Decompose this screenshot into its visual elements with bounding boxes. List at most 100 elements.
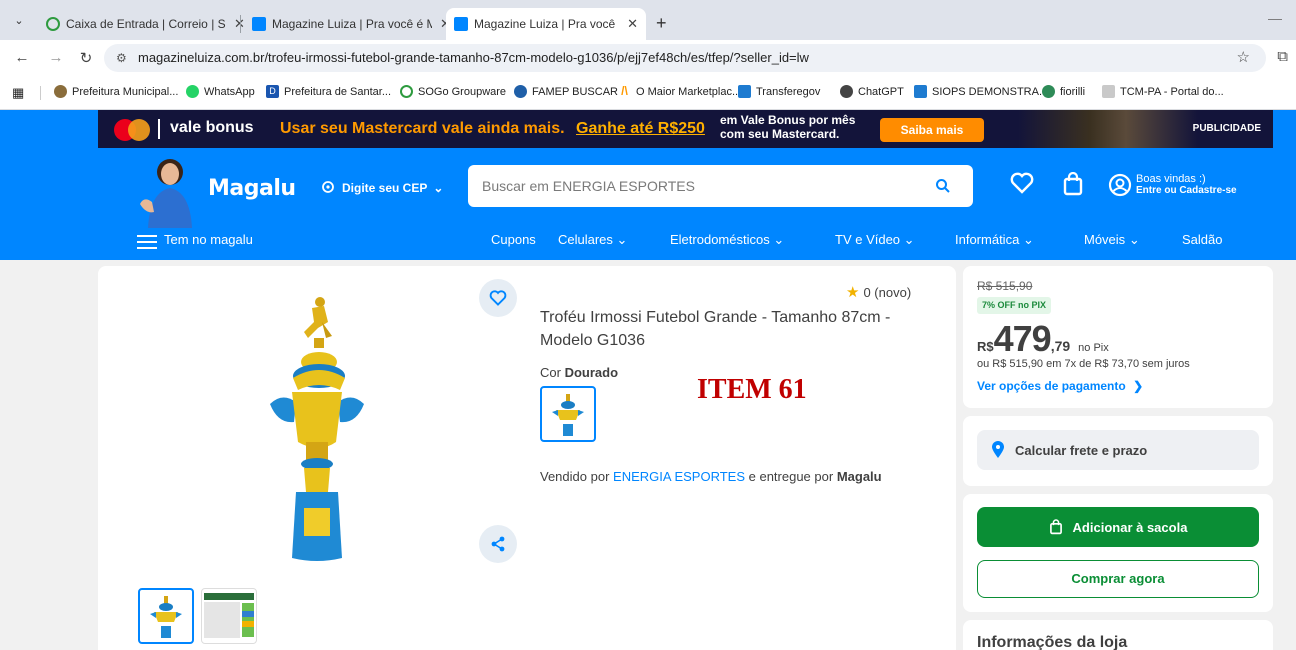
bookmark-favicon: [738, 85, 751, 98]
bookmark-prefeitura-municipal[interactable]: Prefeitura Municipal...: [54, 85, 178, 98]
thumbnail-1[interactable]: [138, 588, 194, 644]
bookmark-fiorilli[interactable]: fiorilli: [1042, 85, 1085, 98]
mastercard-logo-right: [128, 119, 150, 141]
nav-tv-video[interactable]: TV e Vídeo ⌄: [835, 232, 915, 248]
magalu-icon: [454, 17, 468, 31]
tab-search-chevron-icon[interactable]: ⌄: [10, 12, 28, 30]
nav-informatica[interactable]: Informática ⌄: [955, 232, 1034, 248]
cep-selector[interactable]: Digite seu CEP ⌄: [320, 180, 443, 196]
tab-title: Caixa de Entrada | Correio | SOGo: [66, 17, 226, 31]
chevron-down-icon: ⌄: [1022, 232, 1034, 247]
star-icon: ★: [846, 284, 860, 301]
product-image[interactable]: [262, 292, 372, 564]
item-annotation: ITEM 61: [697, 374, 807, 405]
url-text: magazineluiza.com.br/trofeu-irmossi-fute…: [138, 50, 809, 65]
bookmarks-bar: ▦ Prefeitura Municipal... WhatsApp D Pre…: [0, 76, 1296, 110]
bookmark-favicon: /\: [621, 84, 628, 98]
thumbnail-2[interactable]: [201, 588, 257, 644]
chevron-right-icon: ❯: [1133, 379, 1144, 393]
bookmark-favicon: D: [266, 85, 279, 98]
color-swatch-dourado[interactable]: [540, 386, 596, 442]
payment-options-label: Ver opções de pagamento: [977, 379, 1126, 393]
vale-bonus-logo: vale bonus: [170, 119, 254, 136]
nav-tem-no-magalu[interactable]: Tem no magalu: [164, 232, 253, 247]
chevron-down-icon: ⌄: [1128, 232, 1140, 247]
promo-offer: Ganhe até R$250: [576, 120, 705, 137]
sogo-icon: [46, 17, 60, 31]
chevron-down-icon: ⌄: [903, 232, 915, 247]
bookmark-sogo[interactable]: SOGo Groupware: [400, 85, 506, 98]
heart-icon[interactable]: [1010, 172, 1034, 199]
shipping-calculator-button[interactable]: Calcular frete e prazo: [977, 430, 1259, 470]
whatsapp-icon: [186, 85, 199, 98]
tab-magalu-1[interactable]: Magazine Luiza | Pra você é Magalu ✕: [244, 8, 459, 40]
minimize-icon[interactable]: —: [1268, 10, 1282, 26]
bookmark-famep[interactable]: FAMEP BUSCAR: [514, 85, 618, 98]
bookmark-favicon: [1102, 85, 1115, 98]
search-input[interactable]: Buscar em ENERGIA ESPORTES: [468, 165, 973, 207]
bookmark-label: fiorilli: [1060, 85, 1086, 98]
buy-now-button[interactable]: Comprar agora: [977, 560, 1259, 598]
search-icon[interactable]: [935, 165, 951, 211]
shopping-bag-icon[interactable]: [1062, 171, 1084, 201]
back-arrow-icon[interactable]: ←: [12, 49, 32, 66]
favorite-button[interactable]: [479, 279, 517, 317]
add-to-bag-label: Adicionar à sacola: [1072, 519, 1188, 535]
close-tab-icon[interactable]: ✕: [627, 16, 638, 32]
nav-saldao[interactable]: Saldão: [1182, 232, 1222, 247]
apps-grid-icon[interactable]: ▦: [12, 85, 24, 101]
user-icon: [1108, 173, 1132, 197]
trophy-thumbnail: [552, 394, 584, 436]
bookmark-favicon: [914, 85, 927, 98]
forward-arrow-icon[interactable]: →: [46, 49, 66, 66]
login-text: Entre ou Cadastre-se: [1136, 185, 1237, 196]
site-header: vale bonus Usar seu Mastercard vale aind…: [0, 110, 1296, 260]
welcome-text: Boas vindas :): [1136, 173, 1206, 185]
price-suffix: no Pix: [1078, 342, 1109, 354]
tab-divider: [240, 15, 241, 33]
bookmark-chatgpt[interactable]: ChatGPT: [840, 85, 904, 98]
seller-mid: e entregue por: [748, 469, 834, 484]
location-pin-icon: [992, 441, 1004, 458]
price-cents: ,79: [1050, 338, 1071, 354]
nav-cupons[interactable]: Cupons: [491, 232, 536, 247]
tab-sogo[interactable]: Caixa de Entrada | Correio | SOGo ✕: [38, 8, 253, 40]
chevron-down-icon: ⌄: [616, 232, 628, 247]
nav-celulares[interactable]: Celulares ⌄: [558, 232, 627, 248]
bookmark-favicon: [514, 85, 527, 98]
add-to-bag-button[interactable]: Adicionar à sacola: [977, 507, 1259, 547]
bookmark-tcm-pa[interactable]: TCM-PA - Portal do...: [1102, 85, 1224, 98]
menu-hamburger-icon[interactable]: [137, 235, 157, 253]
address-bar[interactable]: ⚙ magazineluiza.com.br/trofeu-irmossi-fu…: [104, 44, 1266, 72]
browser-toolbar: ← → ↻ ⚙ magazineluiza.com.br/trofeu-irmo…: [0, 40, 1296, 76]
chatgpt-icon: [840, 85, 853, 98]
reload-icon[interactable]: ↻: [76, 49, 96, 67]
site-info-icon[interactable]: ⚙: [116, 44, 127, 72]
share-button[interactable]: [479, 525, 517, 563]
extensions-icon[interactable]: ⧉: [1277, 48, 1288, 65]
login-link[interactable]: Boas vindas :) Entre ou Cadastre-se: [1108, 173, 1237, 197]
magalu-logo[interactable]: Magalu: [208, 176, 296, 201]
bookmark-star-icon[interactable]: ☆: [1237, 48, 1250, 66]
bookmark-transferegov[interactable]: Transferegov: [738, 85, 820, 98]
tab-magalu-active[interactable]: Magazine Luiza | Pra você é Magalu ✕: [446, 8, 646, 40]
product-title: Troféu Irmossi Futebol Grande - Tamanho …: [540, 309, 891, 349]
nav-moveis[interactable]: Móveis ⌄: [1084, 232, 1140, 248]
bookmark-whatsapp[interactable]: WhatsApp: [186, 85, 255, 98]
pix-discount-badge: 7% OFF no PIX: [977, 297, 1052, 314]
bookmark-siops[interactable]: SIOPS DEMONSTRA...: [914, 85, 1048, 98]
payment-options-link[interactable]: Ver opções de pagamento ❯: [977, 379, 1143, 393]
color-label-text: Cor: [540, 365, 561, 380]
lu-avatar: [140, 159, 192, 228]
new-tab-button[interactable]: +: [656, 13, 667, 34]
promo-banner[interactable]: vale bonus Usar seu Mastercard vale aind…: [98, 110, 1273, 148]
heart-icon: [489, 290, 507, 306]
bookmark-label: TCM-PA - Portal do...: [1120, 85, 1224, 98]
nav-eletrodomesticos[interactable]: Eletrodomésticos ⌄: [670, 232, 784, 248]
saiba-mais-button[interactable]: Saiba mais: [880, 118, 984, 142]
seller-link[interactable]: ENERGIA ESPORTES: [613, 469, 745, 484]
old-price: R$ 515,90: [977, 279, 1033, 293]
bookmark-marketplace[interactable]: /\ O Maior Marketplac...: [618, 85, 741, 98]
bookmark-prefeitura-santarem[interactable]: D Prefeitura de Santar...: [266, 85, 391, 98]
product-rating[interactable]: ★ 0 (novo): [846, 283, 911, 301]
